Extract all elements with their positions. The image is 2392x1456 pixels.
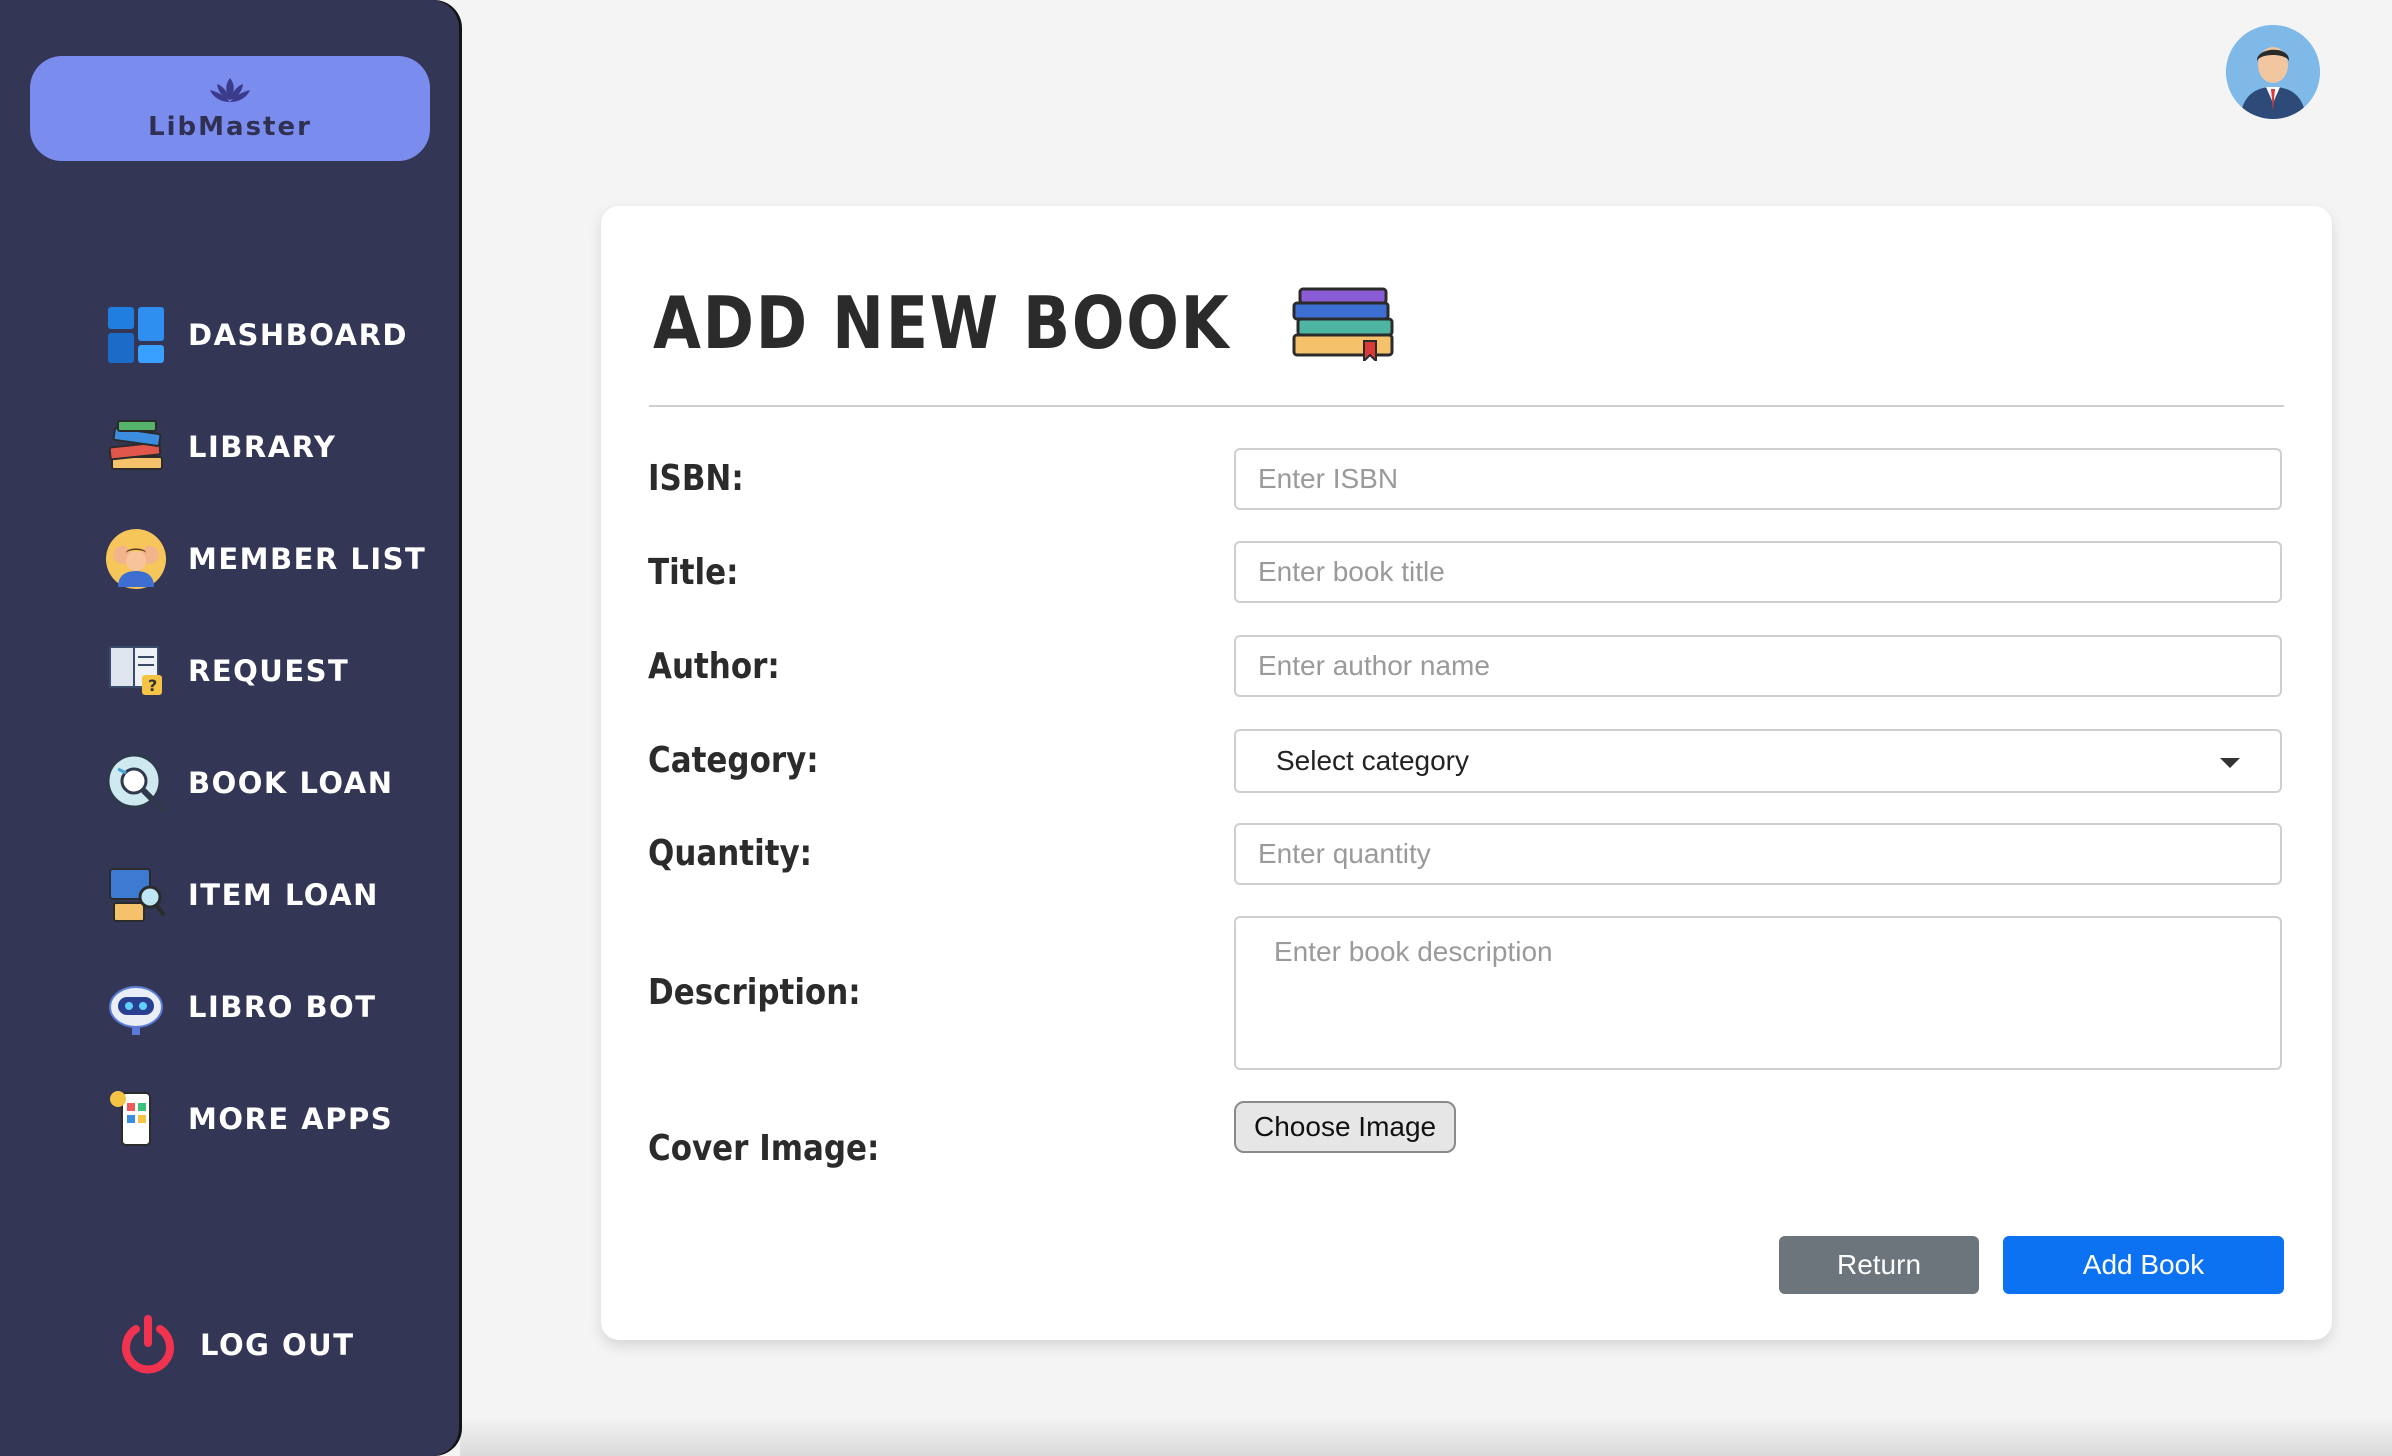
dashboard-icon: [104, 303, 168, 367]
books-icon: [104, 415, 168, 479]
sidebar-item-label: DASHBOARD: [188, 318, 408, 352]
sidebar-item-dashboard[interactable]: DASHBOARD: [104, 300, 408, 370]
page-title: ADD NEW BOOK: [653, 281, 1231, 365]
author-label: Author:: [648, 646, 780, 687]
sidebar-item-item-loan[interactable]: ITEM LOAN: [104, 860, 379, 930]
brand-logo[interactable]: LibMaster: [30, 56, 430, 161]
return-button[interactable]: Return: [1779, 1236, 1979, 1294]
description-label: Description:: [648, 972, 861, 1013]
category-selected-value: Select category: [1276, 745, 1469, 776]
sidebar-item-library[interactable]: LIBRARY: [104, 412, 336, 482]
sidebar-item-label: LIBRO BOT: [188, 990, 377, 1024]
logout-button[interactable]: LOG OUT: [116, 1310, 354, 1380]
cover-image-label: Cover Image:: [648, 1128, 880, 1169]
sidebar-item-label: BOOK LOAN: [188, 766, 394, 800]
category-select[interactable]: Select category: [1234, 729, 2282, 793]
logout-label: LOG OUT: [200, 1328, 355, 1362]
isbn-input[interactable]: [1234, 448, 2282, 510]
description-textarea[interactable]: [1234, 916, 2282, 1070]
sidebar-item-label: LIBRARY: [188, 430, 337, 464]
title-label: Title:: [648, 552, 739, 593]
sidebar-item-book-loan[interactable]: BOOK LOAN: [104, 748, 394, 818]
add-book-button[interactable]: Add Book: [2003, 1236, 2284, 1294]
sidebar-item-libro-bot[interactable]: LIBRO BOT: [104, 972, 377, 1042]
isbn-label: ISBN:: [648, 458, 744, 499]
sidebar-item-more-apps[interactable]: MORE APPS: [104, 1084, 393, 1154]
quantity-label: Quantity:: [648, 833, 813, 874]
books-stack-icon: [1292, 287, 1394, 361]
title-input[interactable]: [1234, 541, 2282, 603]
request-icon: ?: [104, 639, 168, 703]
user-avatar-icon: [2226, 25, 2320, 119]
sidebar-item-request[interactable]: ? REQUEST: [104, 636, 349, 706]
book-loan-icon: [104, 751, 168, 815]
power-icon: [116, 1313, 180, 1377]
chevron-down-icon: [2220, 758, 2240, 768]
sidebar-item-member-list[interactable]: MEMBER LIST: [104, 524, 426, 594]
sidebar-item-label: MORE APPS: [188, 1102, 394, 1136]
choose-image-button[interactable]: Choose Image: [1234, 1101, 1457, 1153]
category-label: Category:: [648, 740, 819, 781]
apps-icon: [104, 1087, 168, 1151]
quantity-input[interactable]: [1234, 823, 2282, 885]
sidebar-item-label: ITEM LOAN: [188, 878, 379, 912]
brand-name: LibMaster: [148, 111, 312, 142]
sidebar: LibMaster DASHBOARD LIBRARY MEMBER LIST …: [0, 0, 459, 1456]
bottom-shadow: [460, 1416, 2392, 1456]
header-divider: [649, 405, 2284, 407]
author-input[interactable]: [1234, 635, 2282, 697]
user-avatar[interactable]: [2226, 25, 2320, 119]
sidebar-item-label: MEMBER LIST: [188, 542, 427, 576]
svg-text:?: ?: [148, 676, 159, 695]
members-icon: [104, 527, 168, 591]
sidebar-item-label: REQUEST: [188, 654, 350, 688]
page-header: ADD NEW BOOK: [653, 268, 1396, 378]
lotus-icon: [210, 77, 250, 102]
add-book-card: ADD NEW BOOK ISBN: Title: Author: Catego…: [601, 206, 2332, 1340]
robot-icon: [104, 975, 168, 1039]
item-loan-icon: [104, 863, 168, 927]
